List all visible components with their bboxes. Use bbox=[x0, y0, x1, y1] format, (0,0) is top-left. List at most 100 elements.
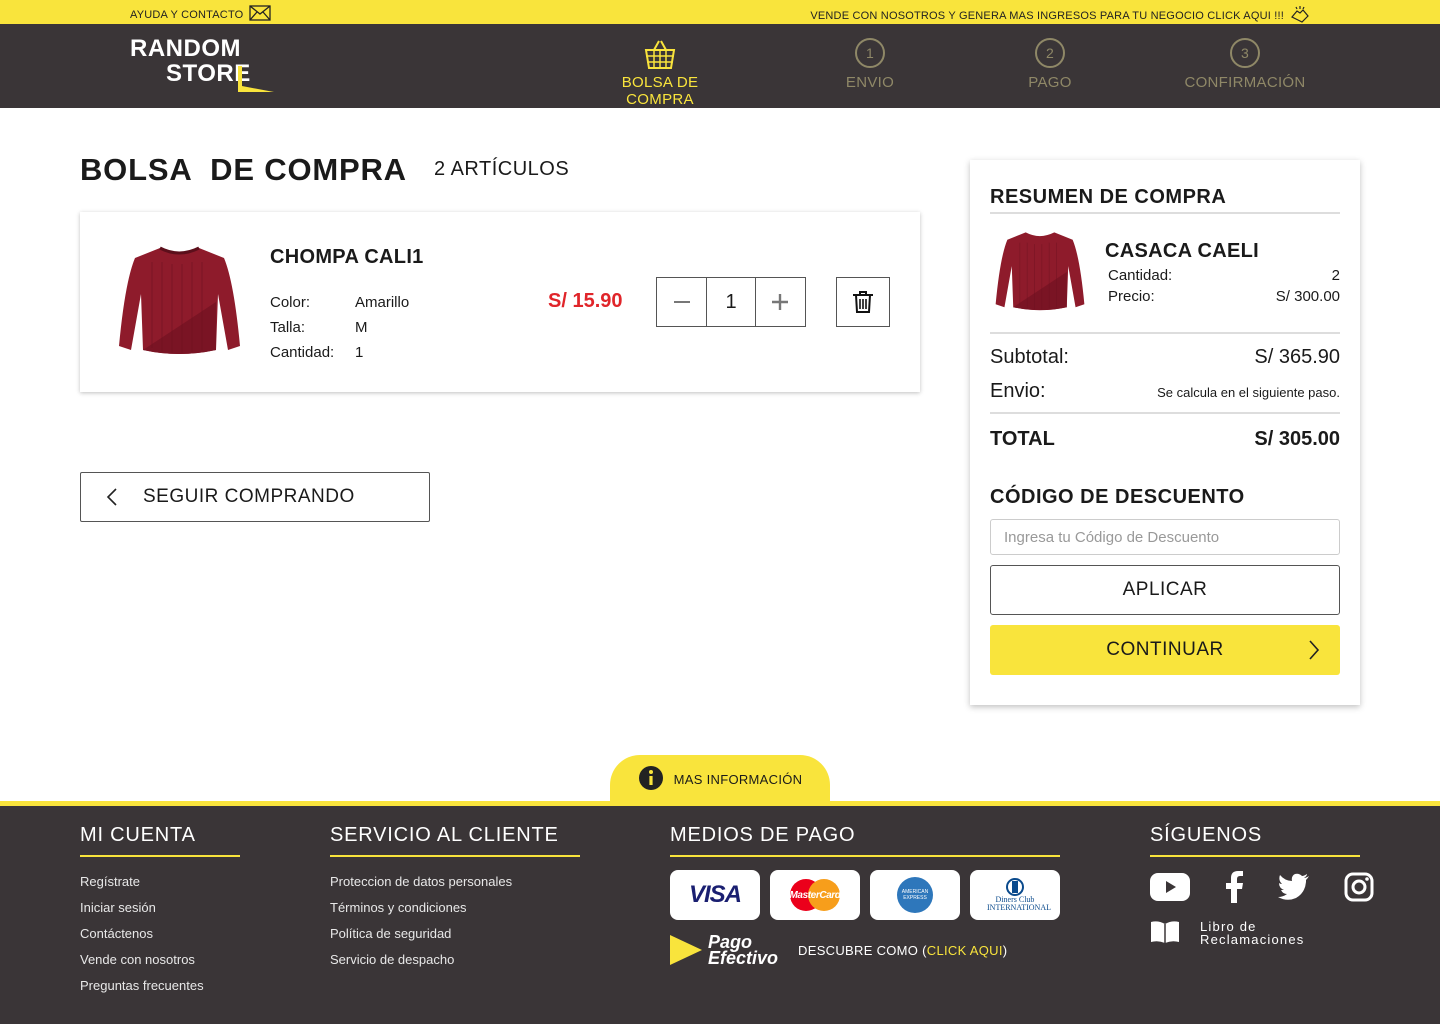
attr-size: Talla: M bbox=[270, 315, 409, 340]
total-label: TOTAL bbox=[990, 428, 1055, 450]
pe-line2: Efectivo bbox=[708, 948, 779, 968]
step-pago[interactable]: 2 PAGO bbox=[1010, 38, 1090, 91]
envio-value: Se calcula en el siguiente paso. bbox=[1157, 385, 1340, 400]
basket-icon bbox=[588, 38, 732, 74]
envio-row: Envio: Se calcula en el siguiente paso. bbox=[990, 380, 1340, 403]
item-name: CHOMPA CALI1 bbox=[270, 246, 424, 268]
qty-label: Cantidad: bbox=[1108, 267, 1173, 284]
continue-button[interactable]: CONTINUAR bbox=[990, 625, 1340, 675]
facebook-icon[interactable] bbox=[1224, 871, 1244, 908]
divider bbox=[990, 412, 1340, 414]
minus-icon bbox=[673, 301, 690, 303]
quantity-stepper: 1 bbox=[656, 277, 806, 327]
step-envio[interactable]: 1 ENVIO bbox=[830, 38, 910, 91]
order-summary: RESUMEN DE COMPRA CASACA CAELI Cantidad:… bbox=[970, 160, 1360, 705]
discount-code-input[interactable] bbox=[990, 519, 1340, 555]
apply-discount-button[interactable]: APLICAR bbox=[990, 565, 1340, 615]
main-header: RANDOM STORE BOLSA DE COMPRA 1 ENVIO 2 P… bbox=[0, 24, 1440, 108]
twitter-icon[interactable] bbox=[1278, 873, 1310, 906]
logo-swoosh-icon bbox=[238, 66, 274, 92]
discover-text: DESCUBRE COMO (CLICK AQUI) bbox=[798, 942, 1008, 958]
continue-shopping-button[interactable]: SEGUIR COMPRANDO bbox=[80, 472, 430, 522]
subtotal-label: Subtotal: bbox=[990, 346, 1069, 368]
quantity-value[interactable]: 1 bbox=[706, 278, 756, 326]
footer-account: MI CUENTA Regístrate Iniciar sesión Cont… bbox=[80, 824, 240, 999]
footer-link[interactable]: Preguntas frecuentes bbox=[80, 973, 240, 999]
divider bbox=[990, 212, 1340, 214]
chevron-right-icon bbox=[1308, 639, 1320, 667]
youtube-icon[interactable] bbox=[1150, 873, 1190, 906]
step-number: 1 bbox=[855, 38, 885, 68]
qty-value: 2 bbox=[1331, 267, 1340, 284]
chevron-left-icon bbox=[81, 487, 143, 507]
footer-service: SERVICIO AL CLIENTE Proteccion de datos … bbox=[330, 824, 580, 973]
help-contact-link[interactable]: AYUDA Y CONTACTO bbox=[130, 5, 272, 24]
footer-payment: MEDIOS DE PAGO VISA MasterCard AMERICAN … bbox=[670, 824, 1060, 968]
step-label: ENVIO bbox=[845, 74, 895, 91]
page-title: BOLSA DE COMPRA bbox=[80, 152, 407, 187]
mastercard-logo: MasterCard bbox=[770, 870, 860, 920]
promo-label: VENDE CON NOSOTROS Y GENERA MAS INGRESOS… bbox=[810, 9, 1284, 22]
item-attributes: Color: Amarillo Talla: M Cantidad: 1 bbox=[270, 290, 409, 365]
delete-item-button[interactable] bbox=[836, 277, 890, 327]
store-logo[interactable]: RANDOM STORE bbox=[130, 36, 280, 98]
footer-service-title: SERVICIO AL CLIENTE bbox=[330, 824, 580, 857]
footer-social: SÍGUENOS Libro de Reclamaciones bbox=[1150, 824, 1374, 946]
step-bolsa[interactable]: BOLSA DE COMPRA bbox=[588, 38, 732, 108]
decrement-button[interactable] bbox=[657, 278, 706, 326]
attr-key: Cantidad: bbox=[270, 344, 335, 361]
item-count: 2 ARTÍCULOS bbox=[434, 158, 570, 180]
sweater-image[interactable] bbox=[112, 242, 247, 362]
attr-value: 1 bbox=[355, 344, 364, 361]
mail-icon bbox=[249, 5, 272, 24]
instagram-icon[interactable] bbox=[1344, 872, 1374, 907]
footer-link[interactable]: Términos y condiciones bbox=[330, 895, 580, 921]
step-label: CONFIRMACIÓN bbox=[1184, 74, 1306, 91]
help-contact-label: AYUDA Y CONTACTO bbox=[130, 8, 244, 21]
step-label: BOLSA DE COMPRA bbox=[621, 74, 699, 108]
footer: MI CUENTA Regístrate Iniciar sesión Cont… bbox=[0, 801, 1440, 1024]
attr-value: M bbox=[355, 319, 368, 336]
footer-link[interactable]: Servicio de despacho bbox=[330, 947, 580, 973]
attr-color: Color: Amarillo bbox=[270, 290, 409, 315]
increment-button[interactable] bbox=[756, 278, 805, 326]
attr-key: Color: bbox=[270, 294, 311, 311]
step-number: 3 bbox=[1230, 38, 1260, 68]
attr-quantity: Cantidad: 1 bbox=[270, 340, 409, 365]
footer-link[interactable]: Contáctenos bbox=[80, 921, 240, 947]
visa-logo: VISA bbox=[670, 870, 760, 920]
apply-label: APLICAR bbox=[1122, 579, 1208, 600]
step-confirmacion[interactable]: 3 CONFIRMACIÓN bbox=[1175, 38, 1315, 91]
footer-link[interactable]: Proteccion de datos personales bbox=[330, 869, 580, 895]
pago-efectivo: Pago Efectivo DESCUBRE COMO (CLICK AQUI) bbox=[670, 933, 1060, 968]
plus-icon bbox=[772, 294, 789, 310]
total-row: TOTAL S/ 305.00 bbox=[990, 428, 1340, 451]
item-price: S/ 15.90 bbox=[548, 290, 623, 312]
footer-link[interactable]: Vende con nosotros bbox=[80, 947, 240, 973]
amex-logo: AMERICAN EXPRESS bbox=[870, 870, 960, 920]
complaints-book-link[interactable]: Libro de Reclamaciones bbox=[1150, 920, 1360, 946]
footer-link[interactable]: Iniciar sesión bbox=[80, 895, 240, 921]
discover-link[interactable]: CLICK AQUI bbox=[927, 943, 1003, 958]
total-value: S/ 305.00 bbox=[1254, 428, 1340, 450]
footer-link[interactable]: Política de seguridad bbox=[330, 921, 580, 947]
libro-line2: Reclamaciones bbox=[1200, 932, 1305, 947]
envio-label: Envio: bbox=[990, 380, 1046, 402]
footer-payment-title: MEDIOS DE PAGO bbox=[670, 824, 1060, 857]
cart-item: CHOMPA CALI1 Color: Amarillo Talla: M Cant… bbox=[80, 212, 920, 392]
price-label: Precio: bbox=[1108, 288, 1155, 305]
trash-icon bbox=[853, 291, 873, 313]
continue-label: CONTINUAR bbox=[1106, 639, 1224, 660]
footer-social-title: SÍGUENOS bbox=[1150, 824, 1360, 857]
step-number: 2 bbox=[1035, 38, 1065, 68]
top-bar: AYUDA Y CONTACTO VENDE CON NOSOTROS Y GE… bbox=[0, 0, 1440, 24]
sell-with-us-promo[interactable]: VENDE CON NOSOTROS Y GENERA MAS INGRESOS… bbox=[810, 5, 1310, 26]
summary-item-image bbox=[990, 228, 1090, 316]
more-info-tab[interactable]: MAS INFORMACIÓN bbox=[610, 755, 830, 803]
footer-link[interactable]: Regístrate bbox=[80, 869, 240, 895]
pago-efectivo-logo-icon bbox=[670, 935, 702, 965]
summary-item-name: CASACA CAELI bbox=[1105, 240, 1259, 262]
subtotal-row: Subtotal: S/ 365.90 bbox=[990, 346, 1340, 369]
footer-account-title: MI CUENTA bbox=[80, 824, 240, 857]
summary-price-row: Precio: S/ 300.00 bbox=[1108, 288, 1340, 305]
